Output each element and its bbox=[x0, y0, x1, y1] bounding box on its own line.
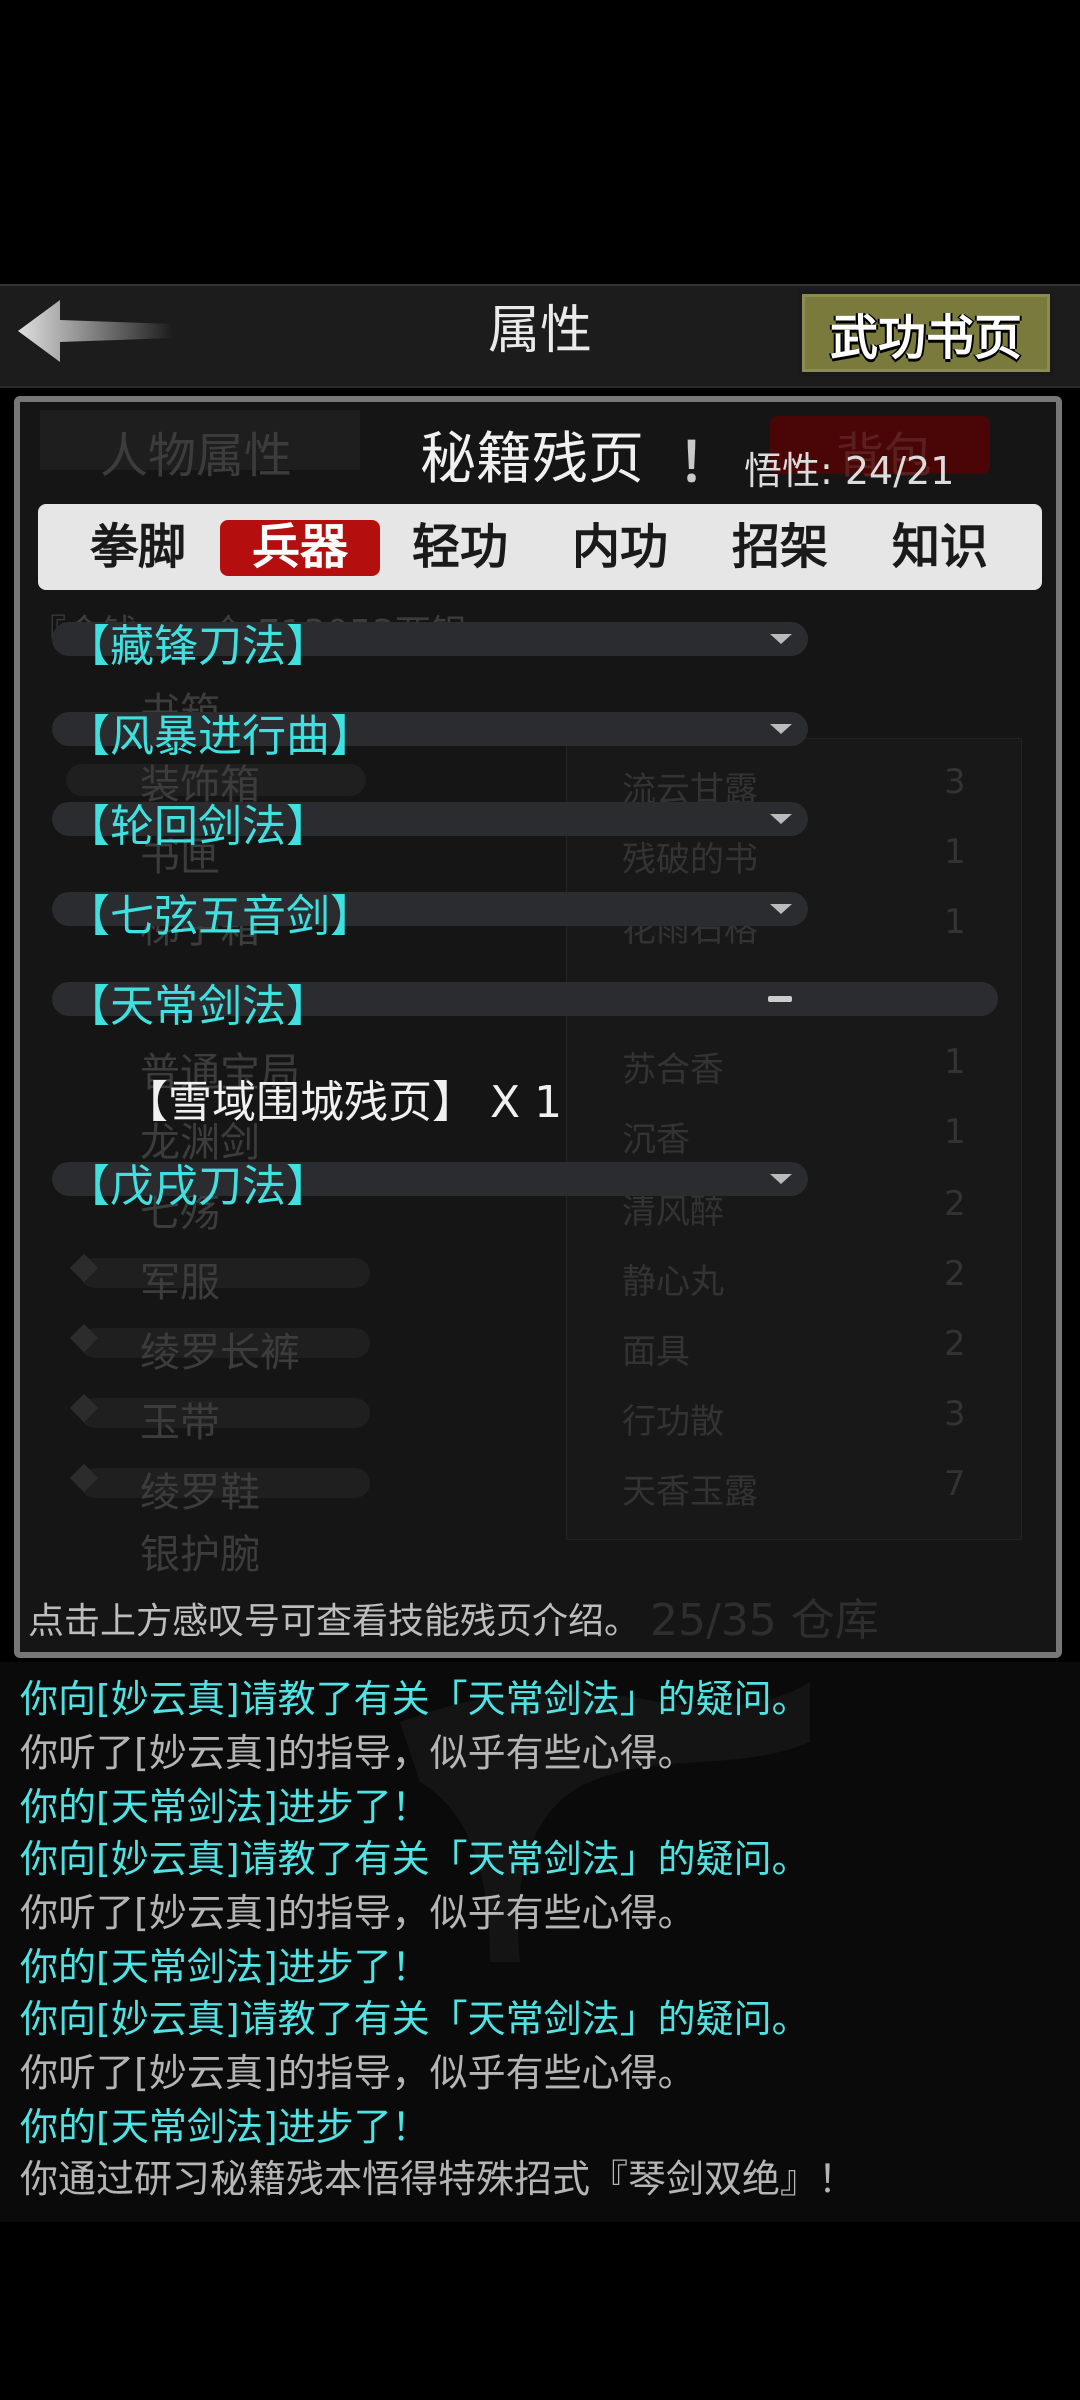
tab-parry[interactable]: 招架 bbox=[720, 504, 840, 590]
log-line: 你听了[妙云真]的指导，似乎有些心得。 bbox=[20, 1891, 696, 1935]
bg-right-item: 静心丸 bbox=[622, 1262, 724, 1302]
tab-fist[interactable]: 拳脚 bbox=[78, 504, 198, 590]
log-line: 你通过研习秘籍残本悟得特殊招式『琴剑双绝』！ bbox=[20, 2157, 857, 2201]
chevron-down-icon[interactable] bbox=[770, 904, 792, 914]
chevron-down-icon[interactable] bbox=[770, 634, 792, 644]
bg-right-qty: 3 bbox=[944, 1394, 966, 1434]
skill-name[interactable]: 【天常剑法】 bbox=[66, 970, 330, 1034]
chevron-down-icon[interactable] bbox=[770, 1174, 792, 1184]
bg-left-item: 玉带 bbox=[140, 1400, 220, 1446]
log-line: 你的[天常剑法]进步了！ bbox=[20, 1785, 430, 1829]
tab-lightness[interactable]: 轻功 bbox=[400, 504, 520, 590]
log-line: 你听了[妙云真]的指导，似乎有些心得。 bbox=[20, 2051, 696, 2095]
chevron-down-icon[interactable] bbox=[770, 814, 792, 824]
bg-right-qty: 1 bbox=[944, 1042, 966, 1082]
bg-right-qty: 7 bbox=[944, 1464, 966, 1504]
bg-right-qty: 2 bbox=[944, 1254, 966, 1294]
fragment-item[interactable]: 【雪域围城残页】 X 1 bbox=[124, 1066, 562, 1130]
tab-knowledge[interactable]: 知识 bbox=[880, 504, 1000, 590]
log-line: 你向[妙云真]请教了有关「天常剑法」的疑问。 bbox=[20, 1837, 810, 1881]
info-exclamation-icon[interactable]: ！ bbox=[678, 418, 732, 494]
bg-right-qty: 1 bbox=[944, 832, 966, 872]
bg-tab-attributes-label: 人物属性 bbox=[100, 428, 293, 484]
skill-name[interactable]: 【藏锋刀法】 bbox=[66, 610, 330, 674]
log-line: 你的[天常剑法]进步了！ bbox=[20, 1945, 430, 1989]
bg-left-item: 军服 bbox=[140, 1260, 220, 1306]
bg-right-item: 行功散 bbox=[622, 1402, 724, 1442]
bg-right-item: 天香玉露 bbox=[622, 1472, 758, 1512]
log-line: 你的[天常剑法]进步了！ bbox=[20, 2105, 430, 2149]
bg-right-qty: 2 bbox=[944, 1184, 966, 1224]
bg-right-item: 残破的书 bbox=[622, 840, 758, 880]
bg-right-qty: 2 bbox=[944, 1324, 966, 1364]
skill-name[interactable]: 【风暴进行曲】 bbox=[66, 700, 374, 764]
log-line: 你向[妙云真]请教了有关「天常剑法」的疑问。 bbox=[20, 1677, 810, 1721]
bg-right-item: 面具 bbox=[622, 1332, 690, 1372]
tab-inner[interactable]: 内功 bbox=[560, 504, 680, 590]
bg-right-item: 苏合香 bbox=[622, 1050, 724, 1090]
fragment-title: 秘籍残页 bbox=[420, 427, 644, 492]
message-log: 你向[妙云真]请教了有关「天常剑法」的疑问。 你听了[妙云真]的指导，似乎有些心… bbox=[0, 1662, 1080, 2222]
log-line: 你听了[妙云真]的指导，似乎有些心得。 bbox=[20, 1731, 696, 1775]
skill-name[interactable]: 【轮回剑法】 bbox=[66, 790, 330, 854]
bg-right-item: 沉香 bbox=[622, 1120, 690, 1160]
bg-left-item: 绫罗鞋 bbox=[140, 1470, 260, 1516]
collapse-minus-icon[interactable] bbox=[768, 996, 792, 1002]
skill-name[interactable]: 【戊戌刀法】 bbox=[66, 1150, 330, 1214]
tab-weapon[interactable]: 兵器 bbox=[240, 504, 360, 590]
bg-right-qty: 3 bbox=[944, 762, 966, 802]
skill-name[interactable]: 【七弦五音剑】 bbox=[66, 880, 374, 944]
bg-left-item: 绫罗长裤 bbox=[140, 1330, 300, 1376]
bg-right-qty: 1 bbox=[944, 1112, 966, 1152]
chevron-down-icon[interactable] bbox=[770, 724, 792, 734]
bg-storage: 25/35 仓库 bbox=[650, 1595, 879, 1646]
bg-left-item: 银护腕 bbox=[140, 1532, 260, 1578]
insight-counter: 悟性: 24/21 bbox=[744, 449, 955, 493]
log-line: 你向[妙云真]请教了有关「天常剑法」的疑问。 bbox=[20, 1997, 810, 2041]
bg-right-qty: 1 bbox=[944, 902, 966, 942]
hint-text: 点击上方感叹号可查看技能残页介绍。 bbox=[28, 1601, 641, 1642]
